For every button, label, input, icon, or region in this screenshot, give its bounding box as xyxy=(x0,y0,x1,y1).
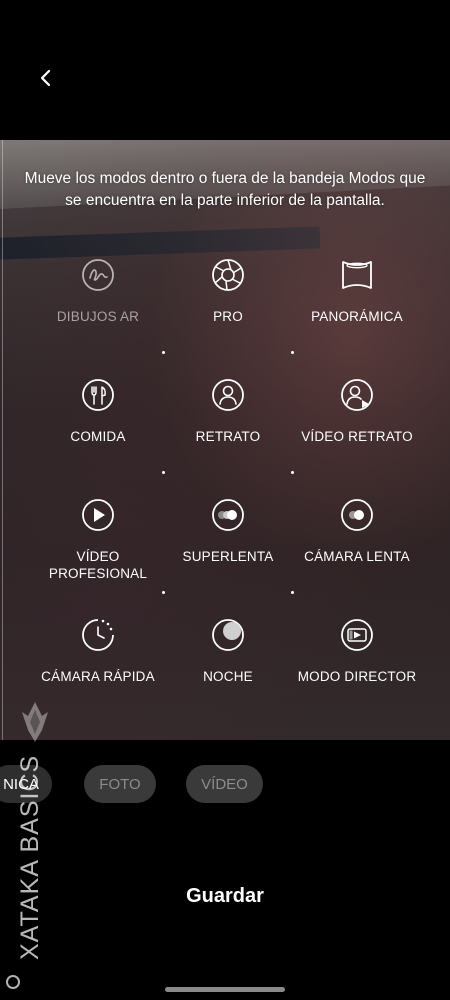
tray-item-video[interactable]: VÍDEO xyxy=(186,765,263,803)
mode-label: SUPERLENTA xyxy=(182,549,274,564)
tray-item-label: VÍDEO xyxy=(201,775,248,793)
mode-comida[interactable]: COMIDA xyxy=(23,378,173,445)
super-slow-icon xyxy=(211,498,245,532)
grid-dot xyxy=(162,591,165,594)
grid-dot xyxy=(162,471,165,474)
mode-label: VÍDEO PROFESIONAL xyxy=(48,549,148,581)
mode-camara-rapida[interactable]: CÁMARA RÁPIDA xyxy=(23,618,173,685)
aperture-icon xyxy=(211,258,245,292)
mode-label: DIBUJOS AR xyxy=(56,309,140,324)
save-button[interactable]: Guardar xyxy=(125,878,325,914)
mode-label: RETRATO xyxy=(195,429,261,444)
mode-label: MODO DIRECTOR xyxy=(297,669,417,684)
watermark-circle xyxy=(6,975,20,989)
director-mode-icon xyxy=(340,618,374,652)
grid-dot xyxy=(291,471,294,474)
play-circle-icon xyxy=(81,498,115,532)
mode-dibujos-ar[interactable]: DIBUJOS AR xyxy=(23,258,173,325)
food-icon xyxy=(81,378,115,412)
mode-video-profesional[interactable]: VÍDEO PROFESIONAL xyxy=(23,498,173,582)
grid-dot xyxy=(291,351,294,354)
preview-edge xyxy=(2,140,3,740)
mode-video-retrato[interactable]: VÍDEO RETRATO xyxy=(282,378,432,445)
grid-dot xyxy=(162,351,165,354)
back-button[interactable] xyxy=(30,62,62,94)
panorama-icon xyxy=(340,258,374,292)
xataka-logo xyxy=(22,702,48,742)
ar-doodle-icon xyxy=(81,258,115,292)
chevron-left-icon xyxy=(40,69,51,87)
mode-label: VÍDEO RETRATO xyxy=(301,429,413,444)
grid-dot xyxy=(291,591,294,594)
tray-item-foto[interactable]: FOTO xyxy=(84,765,156,803)
mode-director[interactable]: MODO DIRECTOR xyxy=(282,618,432,685)
mode-retrato[interactable]: RETRATO xyxy=(153,378,303,445)
mode-label: NOCHE xyxy=(203,669,253,684)
mode-panoramica[interactable]: PANORÁMICA xyxy=(282,258,432,325)
mode-noche[interactable]: NOCHE xyxy=(153,618,303,685)
portrait-video-icon xyxy=(340,378,374,412)
portrait-icon xyxy=(211,378,245,412)
mode-pro[interactable]: PRO xyxy=(153,258,303,325)
moon-icon xyxy=(211,618,245,652)
mode-label: CÁMARA RÁPIDA xyxy=(41,669,155,684)
mode-superlenta[interactable]: SUPERLENTA xyxy=(153,498,303,565)
mode-label: CÁMARA LENTA xyxy=(304,549,410,564)
home-indicator[interactable] xyxy=(165,987,285,992)
preview-taskbar xyxy=(0,226,321,260)
mode-label: COMIDA xyxy=(70,429,126,444)
slow-motion-icon xyxy=(340,498,374,532)
hyperlapse-icon xyxy=(81,618,115,652)
mode-camara-lenta[interactable]: CÁMARA LENTA xyxy=(282,498,432,565)
watermark-text: XATAKA BASICS xyxy=(16,754,44,960)
tray-item-label: FOTO xyxy=(99,775,141,793)
instructions-text: Mueve los modos dentro o fuera de la ban… xyxy=(24,170,426,209)
mode-label: PANORÁMICA xyxy=(311,309,403,324)
mode-label: PRO xyxy=(213,309,243,324)
